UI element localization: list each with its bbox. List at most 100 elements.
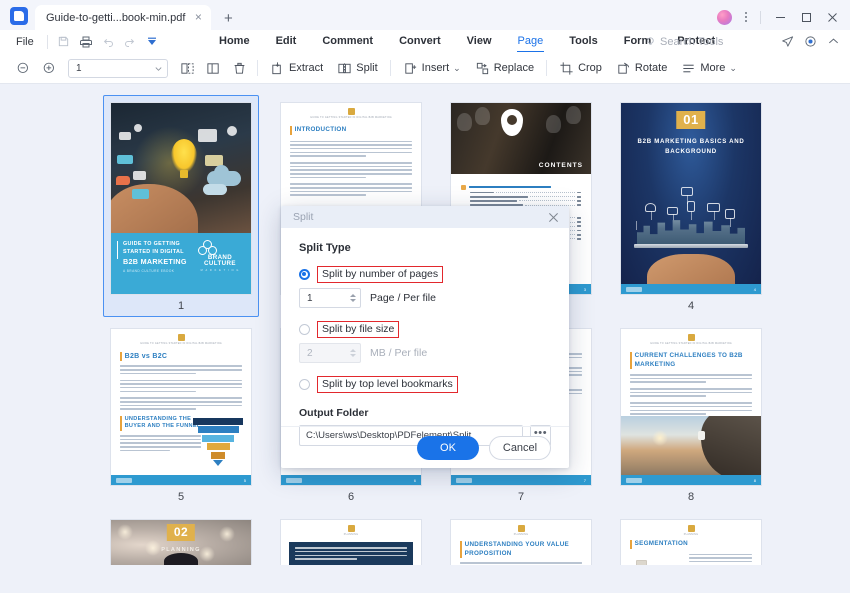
file-size-input[interactable] — [307, 348, 350, 359]
cover-subtitle: A BRAND CULTURE EBOOK — [123, 269, 197, 273]
split-type-heading: Split Type — [299, 242, 551, 254]
radio-split-by-bookmarks[interactable] — [299, 379, 310, 390]
maximize-icon[interactable] — [794, 8, 818, 26]
split-button[interactable]: Split — [330, 56, 384, 80]
replace-button[interactable]: Replace — [468, 56, 541, 80]
radio-split-by-file-size[interactable] — [299, 324, 310, 335]
page-canvas-11[interactable]: PLANNING UNDERSTANDING YOUR VALUE PROPOS… — [450, 519, 592, 565]
page11-heading: UNDERSTANDING YOUR VALUE PROPOSITION — [465, 541, 582, 558]
pdfelement-window: Guide-to-getti...book-min.pdf × + File — [0, 0, 850, 593]
page-canvas-8[interactable]: GUIDE TO GETTING STARTED IN DIGITAL B2B … — [620, 328, 762, 486]
page-canvas-1[interactable]: GUIDE TO GETTING STARTED IN DIGITAL B2B … — [110, 102, 252, 295]
page-canvas-5[interactable]: GUIDE TO GETTING STARTED IN DIGITAL B2B … — [110, 328, 252, 486]
avatar[interactable] — [717, 10, 732, 25]
close-icon[interactable] — [820, 8, 844, 26]
page-thumbnail-8[interactable]: GUIDE TO GETTING STARTED IN DIGITAL B2B … — [606, 328, 776, 503]
crop-button[interactable]: Crop — [552, 56, 609, 80]
cancel-button[interactable]: Cancel — [489, 436, 551, 460]
page-thumbnail-5[interactable]: GUIDE TO GETTING STARTED IN DIGITAL B2B … — [96, 328, 266, 503]
radio-split-by-number-of-pages[interactable] — [299, 269, 310, 280]
page-canvas-9[interactable]: 02 PLANNING — [110, 519, 252, 565]
close-icon[interactable] — [544, 208, 562, 226]
file-size-stepper[interactable] — [299, 343, 361, 363]
tab-view[interactable]: View — [454, 30, 505, 53]
tab-close-icon[interactable]: × — [191, 11, 205, 25]
zoom-out-icon[interactable] — [10, 56, 36, 80]
extract-button[interactable]: Extract — [263, 56, 330, 80]
insert-button[interactable]: Insert ⌄ — [396, 56, 468, 80]
page-number-label: 5 — [178, 491, 184, 503]
page8-heading: CURRENT CHALLENGES TO B2B MARKETING — [635, 352, 752, 369]
page-number-field[interactable] — [68, 59, 168, 78]
lightbulb-icon — [645, 36, 656, 47]
title-bar: Guide-to-getti...book-min.pdf × + — [0, 0, 850, 30]
page-canvas-12[interactable]: PLANNING SEGMENTATION — [620, 519, 762, 565]
minimize-icon[interactable] — [768, 8, 792, 26]
more-menu-icon[interactable] — [739, 9, 753, 25]
menu-bar: File Home Edit Comment Convert View Page… — [0, 30, 850, 53]
search-tools-label: Search Tools — [660, 36, 723, 48]
ok-button[interactable]: OK — [417, 436, 479, 460]
tab-edit[interactable]: Edit — [263, 30, 310, 53]
pages-per-file-stepper[interactable] — [299, 288, 361, 308]
page-label-icon[interactable] — [200, 56, 226, 80]
more-button[interactable]: More ⌄ — [674, 56, 744, 80]
page-thumbnail-1[interactable]: GUIDE TO GETTING STARTED IN DIGITAL B2B … — [96, 102, 266, 312]
new-tab-icon[interactable]: + — [220, 12, 236, 26]
delete-page-icon[interactable] — [226, 56, 252, 80]
cloud-sync-icon[interactable] — [804, 35, 817, 48]
page-thumbnail-9[interactable]: 02 PLANNING 9 — [96, 519, 266, 582]
stepper-arrows[interactable] — [350, 294, 356, 302]
pages-per-file-input[interactable] — [307, 293, 350, 304]
split-icon — [337, 61, 352, 76]
cover-title-line2: STARTED IN DIGITAL — [123, 248, 197, 256]
rotate-label: Rotate — [635, 62, 667, 74]
zoom-in-icon[interactable] — [36, 56, 62, 80]
page12-heading: SEGMENTATION — [635, 540, 688, 549]
chevron-down-icon[interactable]: ⌄ — [453, 63, 461, 74]
split-dialog-footer: OK Cancel — [281, 426, 569, 468]
page-canvas-4[interactable]: 01 B2B MARKETING BASICS AND BACKGROUND — [620, 102, 762, 295]
tab-convert[interactable]: Convert — [386, 30, 454, 53]
save-icon[interactable] — [53, 32, 75, 52]
file-menu[interactable]: File — [8, 36, 42, 48]
cover-title-line3: B2B MARKETING — [123, 257, 197, 266]
search-tools[interactable]: Search Tools — [645, 36, 723, 48]
document-tab[interactable]: Guide-to-getti...book-min.pdf × — [35, 5, 211, 30]
share-icon[interactable] — [781, 35, 794, 48]
option-label-bookmarks[interactable]: Split by top level bookmarks — [317, 376, 458, 393]
page2-heading: INTRODUCTION — [295, 126, 347, 135]
page-thumbnail-12[interactable]: PLANNING SEGMENTATION 12 — [606, 519, 776, 582]
page-thumbnail-11[interactable]: PLANNING UNDERSTANDING YOUR VALUE PROPOS… — [436, 519, 606, 582]
file-size-row: MB / Per file — [299, 343, 551, 363]
chevron-down-icon[interactable]: ⌄ — [729, 63, 737, 74]
option-split-by-top-level-bookmarks[interactable]: Split by top level bookmarks — [299, 376, 551, 393]
page-boxes-icon[interactable] — [174, 56, 200, 80]
split-label: Split — [356, 62, 377, 74]
undo-icon[interactable] — [97, 32, 119, 52]
print-icon[interactable] — [75, 32, 97, 52]
page-thumbnail-4[interactable]: 01 B2B MARKETING BASICS AND BACKGROUND — [606, 102, 776, 312]
page-number-input[interactable] — [76, 63, 154, 74]
tab-home[interactable]: Home — [206, 30, 263, 53]
option-split-by-file-size[interactable]: Split by file size — [299, 321, 551, 338]
document-tab-title: Guide-to-getti...book-min.pdf — [46, 12, 185, 24]
option-label-number-of-pages[interactable]: Split by number of pages — [317, 266, 443, 283]
brand-line2: CULTURE — [197, 261, 243, 268]
rotate-button[interactable]: Rotate — [609, 56, 674, 80]
menu-right-actions — [781, 35, 840, 48]
option-label-file-size[interactable]: Split by file size — [317, 321, 399, 338]
page-canvas-10[interactable]: PLANNING — [280, 519, 422, 565]
stepper-arrows[interactable] — [350, 349, 356, 357]
tab-comment[interactable]: Comment — [309, 30, 386, 53]
tab-tools[interactable]: Tools — [556, 30, 611, 53]
split-dialog[interactable]: Split Split Type Split by number of page… — [281, 206, 569, 468]
collapse-ribbon-icon[interactable] — [827, 35, 840, 48]
section-badge: 01 — [676, 111, 705, 129]
chevron-down-icon[interactable] — [154, 64, 163, 73]
redo-icon[interactable] — [119, 32, 141, 52]
tab-page[interactable]: Page — [505, 30, 557, 53]
option-split-by-number-of-pages[interactable]: Split by number of pages — [299, 266, 551, 283]
page-thumbnail-10[interactable]: PLANNING 10 — [266, 519, 436, 582]
quick-access-dropdown-icon[interactable] — [141, 32, 163, 52]
